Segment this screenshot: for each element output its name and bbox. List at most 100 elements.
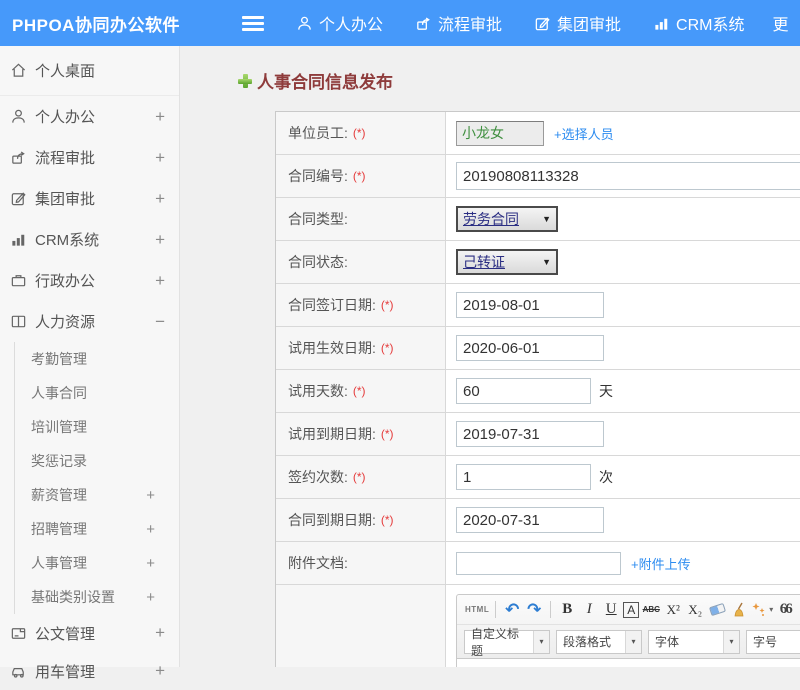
- briefcase-icon: [10, 272, 27, 289]
- select-person-link[interactable]: +选择人员: [554, 124, 614, 143]
- sidebar-item-admin-office[interactable]: 行政办公 +: [0, 260, 179, 301]
- attachment-upload-link[interactable]: +附件上传: [631, 554, 691, 573]
- font-family-select[interactable]: 字体▾: [648, 630, 740, 654]
- nav-workflow-approval[interactable]: 流程审批: [415, 11, 502, 35]
- expand-plus-icon[interactable]: +: [155, 230, 165, 250]
- font-color-button[interactable]: A: [623, 602, 639, 618]
- required-mark: (*): [353, 169, 366, 183]
- submenu-salary[interactable]: 薪资管理+: [15, 478, 179, 512]
- expand-plus-icon[interactable]: +: [146, 521, 155, 538]
- form-row-contract-status: 合同状态: 己转证 ▼: [276, 241, 800, 284]
- undo-button[interactable]: ↶: [502, 599, 522, 621]
- select-arrow-icon: ▼: [542, 257, 551, 267]
- underline-button[interactable]: U: [601, 599, 621, 621]
- submenu-attendance[interactable]: 考勤管理: [15, 342, 179, 376]
- book-icon: [10, 313, 27, 330]
- nav-group-approval[interactable]: 集团审批: [534, 11, 621, 35]
- nav-label: 流程审批: [438, 11, 502, 35]
- contract-end-date-input[interactable]: [456, 507, 604, 533]
- custom-title-select[interactable]: 自定义标题▾: [464, 630, 550, 654]
- blockquote-button[interactable]: 66: [775, 599, 795, 621]
- dropdown-arrow-icon: ▾: [625, 631, 641, 653]
- sidebar-item-personal-office[interactable]: 个人办公 +: [0, 96, 179, 137]
- submenu-training[interactable]: 培训管理: [15, 410, 179, 444]
- sidebar: 个人桌面 个人办公 + 流程审批 + 集团审批 + CRM系统 + 行政办公 +…: [0, 46, 180, 667]
- expand-plus-icon[interactable]: +: [146, 555, 155, 572]
- required-mark: (*): [381, 298, 394, 312]
- workflow-icon: [10, 149, 27, 166]
- field-label: 合同到期日期:: [288, 510, 376, 530]
- italic-button[interactable]: I: [579, 599, 599, 621]
- required-mark: (*): [381, 513, 394, 527]
- required-mark: (*): [381, 427, 394, 441]
- required-mark: (*): [381, 341, 394, 355]
- nav-crm-system[interactable]: CRM系统: [653, 11, 744, 35]
- eraser-button[interactable]: [707, 599, 727, 621]
- sparkle-button[interactable]: ▾: [751, 599, 773, 621]
- expand-plus-icon[interactable]: +: [146, 487, 155, 504]
- sign-date-input[interactable]: [456, 292, 604, 318]
- strikethrough-button[interactable]: ABC: [641, 599, 661, 621]
- sidebar-item-hr[interactable]: 人力资源 −: [0, 301, 179, 342]
- main-content: 人事合同信息发布 单位员工:(*) +选择人员 合同编号:(*) 合同类型: 劳…: [180, 46, 800, 667]
- submenu-rewards[interactable]: 奖惩记录: [15, 444, 179, 478]
- html-source-button[interactable]: HTML: [465, 599, 489, 621]
- expand-plus-icon[interactable]: +: [155, 271, 165, 291]
- chart-icon: [653, 15, 670, 32]
- submenu-base-category[interactable]: 基础类别设置+: [15, 580, 179, 614]
- collapse-minus-icon[interactable]: −: [155, 312, 165, 332]
- form-row-trial-end-date: 试用到期日期: (*): [276, 413, 800, 456]
- sidebar-item-vehicle[interactable]: 用车管理 +: [0, 652, 179, 690]
- document-icon: [10, 625, 27, 642]
- form-row-employee: 单位员工:(*) +选择人员: [276, 112, 800, 155]
- sidebar-item-crm[interactable]: CRM系统 +: [0, 219, 179, 260]
- contract-status-select[interactable]: 己转证 ▼: [456, 249, 558, 275]
- menu-icon[interactable]: [242, 16, 264, 31]
- field-label: 合同签订日期:: [288, 295, 376, 315]
- edit-icon: [534, 15, 551, 32]
- contract-number-input[interactable]: [456, 162, 800, 190]
- field-label: 单位员工:: [288, 123, 348, 143]
- expand-plus-icon[interactable]: +: [155, 189, 165, 209]
- app-logo: PHPOA协同办公软件: [0, 11, 180, 36]
- sign-count-input[interactable]: [456, 464, 591, 490]
- expand-plus-icon[interactable]: +: [155, 661, 165, 681]
- employee-input[interactable]: [456, 121, 544, 146]
- contract-type-select[interactable]: 劳务合同 ▼: [456, 206, 558, 232]
- trial-end-date-input[interactable]: [456, 421, 604, 447]
- trial-days-input[interactable]: [456, 378, 591, 404]
- attachment-input[interactable]: [456, 552, 621, 575]
- superscript-button[interactable]: X²: [663, 599, 683, 621]
- expand-plus-icon[interactable]: +: [155, 623, 165, 643]
- user-icon: [296, 15, 313, 32]
- form-row-sign-date: 合同签订日期: (*): [276, 284, 800, 327]
- unit-suffix: 天: [599, 381, 613, 401]
- contract-form: 单位员工:(*) +选择人员 合同编号:(*) 合同类型: 劳务合同 ▼ 合同状…: [275, 111, 800, 667]
- expand-plus-icon[interactable]: +: [155, 107, 165, 127]
- paragraph-format-select[interactable]: 段落格式▾: [556, 630, 642, 654]
- nav-more[interactable]: 更: [773, 11, 789, 35]
- eraser-icon: [709, 603, 726, 616]
- clean-format-button[interactable]: [729, 599, 749, 621]
- subscript-button[interactable]: X₂: [685, 599, 705, 621]
- expand-plus-icon[interactable]: +: [146, 589, 155, 606]
- sidebar-item-documents[interactable]: 公文管理 +: [0, 614, 179, 652]
- bold-button[interactable]: B: [557, 599, 577, 621]
- nav-personal-office[interactable]: 个人办公: [296, 11, 383, 35]
- expand-plus-icon[interactable]: +: [155, 148, 165, 168]
- required-mark: (*): [353, 384, 366, 398]
- form-row-contract-end-date: 合同到期日期: (*): [276, 499, 800, 542]
- field-label: 试用到期日期:: [288, 424, 376, 444]
- sidebar-item-workflow-approval[interactable]: 流程审批 +: [0, 137, 179, 178]
- sidebar-item-group-approval[interactable]: 集团审批 +: [0, 178, 179, 219]
- sidebar-item-desktop[interactable]: 个人桌面: [0, 46, 179, 96]
- green-plus-icon: [238, 74, 252, 88]
- trial-start-date-input[interactable]: [456, 335, 604, 361]
- submenu-hr-contract[interactable]: 人事合同: [15, 376, 179, 410]
- editor-content-area[interactable]: [456, 659, 800, 667]
- submenu-recruiting[interactable]: 招聘管理+: [15, 512, 179, 546]
- field-label: 合同类型:: [288, 209, 348, 229]
- font-size-select[interactable]: 字号▾: [746, 630, 800, 654]
- redo-button[interactable]: ↷: [524, 599, 544, 621]
- submenu-personnel[interactable]: 人事管理+: [15, 546, 179, 580]
